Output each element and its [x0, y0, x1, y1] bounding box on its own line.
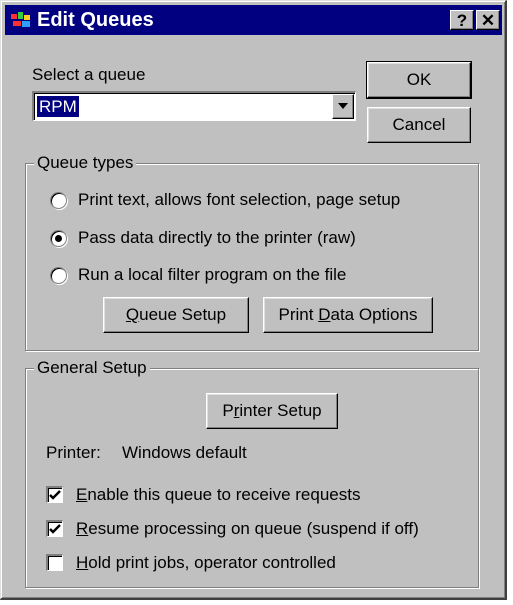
radio-pass-raw[interactable]	[50, 230, 67, 247]
queue-dropdown-button[interactable]	[332, 94, 354, 119]
radio-local-filter[interactable]	[50, 267, 67, 284]
help-button[interactable]: ?	[450, 10, 474, 30]
checkmark-icon	[49, 524, 61, 534]
cancel-button[interactable]: Cancel	[367, 107, 471, 143]
close-button[interactable]: ✕	[476, 10, 500, 30]
checkbox-resume-processing-label[interactable]: Resume processing on queue (suspend if o…	[76, 519, 419, 539]
checkbox-enable-queue[interactable]	[46, 486, 63, 503]
checkmark-icon	[49, 490, 61, 500]
radio-print-text-label[interactable]: Print text, allows font selection, page …	[78, 190, 400, 210]
title-bar[interactable]: Edit Queues ? ✕	[5, 5, 502, 35]
mnemonic-q: Q	[125, 305, 140, 324]
printer-label: Printer:	[46, 443, 101, 462]
checkbox-hold-jobs[interactable]	[46, 554, 63, 571]
queue-select[interactable]: RPM	[32, 91, 356, 121]
radio-pass-raw-label[interactable]: Pass data directly to the printer (raw)	[78, 228, 356, 248]
queue-app-icon	[11, 12, 30, 27]
close-icon: ✕	[480, 11, 496, 30]
edit-queues-dialog: Edit Queues ? ✕ Select a queue RPM OK Ca…	[0, 0, 507, 600]
window-title: Edit Queues	[37, 9, 154, 31]
checkbox-resume-processing[interactable]	[46, 520, 63, 537]
radio-print-text[interactable]	[50, 192, 67, 209]
checkbox-enable-queue-label[interactable]: Enable this queue to receive requests	[76, 485, 360, 505]
general-setup-group: General Setup Printer Setup Printer: Win…	[25, 358, 479, 588]
radio-selected-dot	[55, 235, 62, 242]
mnemonic-d: D	[318, 305, 331, 324]
general-setup-title: General Setup	[34, 358, 150, 378]
print-data-options-button[interactable]: Print Data Options	[263, 297, 433, 333]
queue-select-value: RPM	[37, 96, 79, 117]
printer-setup-button[interactable]: Printer Setup	[206, 393, 338, 429]
queue-setup-button[interactable]: Queue Setup	[103, 297, 249, 333]
radio-local-filter-label[interactable]: Run a local filter program on the file	[78, 265, 346, 285]
select-queue-label: Select a queue	[32, 65, 146, 84]
checkbox-hold-jobs-label[interactable]: Hold print jobs, operator controlled	[76, 553, 336, 573]
chevron-down-icon	[338, 103, 348, 109]
printer-value: Windows default	[122, 443, 247, 462]
queue-types-title: Queue types	[34, 153, 137, 173]
queue-types-group: Queue types Print text, allows font sele…	[25, 153, 479, 351]
ok-button[interactable]: OK	[366, 61, 472, 99]
